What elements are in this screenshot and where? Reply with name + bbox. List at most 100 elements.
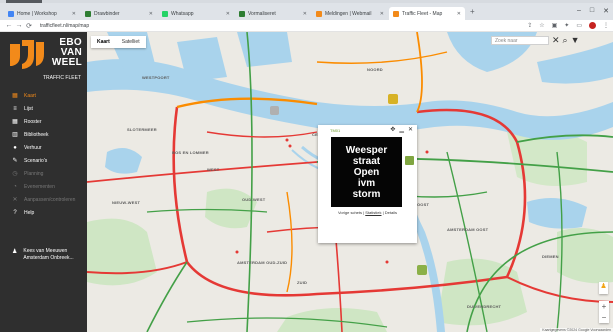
sidebar: EBO VAN WEEL TRAFFIC FLEET ▦ Kaart ≡ Lijst ▦… (0, 32, 87, 332)
tab-title: Home | Workshop (17, 10, 57, 17)
tab-title: Whatsapp (171, 10, 194, 17)
map-area-label: DIEMEN (542, 254, 559, 259)
browser-tab[interactable]: Home | Workshop ✕ (4, 7, 80, 20)
map-canvas[interactable]: Kaart Satelliet Zoek naar ✕ ⌕ ▼ WESTPOORT… (87, 32, 613, 332)
popup-link-statistiek[interactable]: Statistiek (365, 210, 381, 215)
window-controls: – □ ✕ (577, 7, 609, 15)
user-org: Amsterdam Onbreek... (23, 255, 74, 261)
zoom-in-button[interactable]: + (599, 301, 609, 312)
browser-tab[interactable]: Traffic Fleet - Map ✕ (389, 7, 465, 20)
tab-title: Vormaliseret (248, 10, 276, 17)
zoom-out-button[interactable]: − (599, 312, 609, 323)
user-account[interactable]: ♟ Kees van Meeuwen Amsterdam Onbreek... (12, 248, 74, 262)
extension-icon[interactable]: ▣ (552, 22, 558, 29)
sidebar-item-aanpassen-controleren[interactable]: ✕ Aanpassen/controleren (0, 193, 87, 206)
sidebar-item-label: Planning (24, 170, 44, 177)
filter-icon[interactable]: ▼ (571, 35, 580, 45)
tab-close-icon[interactable]: ✕ (303, 11, 307, 17)
popup-title: TM01 (330, 128, 341, 133)
map-area-label: SLOTERMEER (127, 127, 157, 132)
rental-icon: ● (13, 144, 17, 151)
sidebar-item-scenario-s[interactable]: ✎ Scenario's (0, 154, 87, 167)
tab-close-icon[interactable]: ✕ (457, 11, 461, 17)
sidebar-item-label: Help (24, 209, 35, 216)
sidebar-item-label: Scenario's (24, 157, 48, 164)
sign-text-line: Open (353, 166, 380, 178)
sidebar-item-verhuur[interactable]: ● Verhuur (0, 141, 87, 154)
menu-dots-icon[interactable]: ⋮ (603, 22, 609, 29)
profile-avatar[interactable] (589, 22, 596, 29)
sign-text-line: Weesper (345, 144, 388, 156)
help-icon: ? (13, 209, 17, 216)
sidebar-item-bibliotheek[interactable]: ▥ Bibliotheek (0, 128, 87, 141)
screen: Home | Workshop ✕ Drawbinder ✕ Whatsapp ✕ Vorm… (0, 0, 613, 332)
map-area-label: WESTPOORT (142, 75, 170, 80)
browser-tab[interactable]: Drawbinder ✕ (81, 7, 157, 20)
sidebar-item-rooster[interactable]: ▦ Rooster (0, 115, 87, 128)
close-icon[interactable]: ✕ (408, 126, 413, 133)
sidebar-item-evenementen[interactable]: ◔ Evenementen (0, 180, 87, 193)
map-type-kaart[interactable]: Kaart (91, 36, 116, 48)
tab-close-icon[interactable]: ✕ (226, 11, 230, 17)
sidebar-item-lijst[interactable]: ≡ Lijst (0, 102, 87, 115)
planning-icon: ◷ (12, 171, 18, 177)
sidebar-item-help[interactable]: ? Help (0, 206, 87, 219)
sidebar-item-planning[interactable]: ◷ Planning (0, 167, 87, 180)
maximize-window-icon[interactable]: □ (590, 7, 594, 15)
pin-icon[interactable]: ✥ (390, 126, 395, 133)
sign-marker-icon[interactable] (417, 265, 427, 275)
tab-close-icon[interactable]: ✕ (149, 11, 153, 17)
clear-search-icon[interactable]: ✕ (552, 35, 560, 45)
ebo-van-weel-logo: EBO VAN WEEL (8, 34, 84, 74)
browser-tab[interactable]: Whatsapp ✕ (158, 7, 234, 20)
map-area-label: OUD-WEST (242, 197, 266, 202)
sidebar-item-label: Bibliotheek (24, 131, 49, 138)
map-search-input[interactable]: Zoek naar (491, 35, 549, 45)
street-view-icon[interactable]: ♟ (599, 282, 608, 294)
sign-marker-icon[interactable] (270, 106, 279, 115)
back-icon[interactable]: ← (4, 22, 14, 29)
tab-favicon-icon (316, 10, 322, 17)
search-icon[interactable]: ⌕ (563, 35, 568, 45)
map-area-label: DUIVENDRECHT (467, 304, 502, 309)
reload-icon[interactable]: ⟳ (24, 22, 34, 30)
sign-popup: TM01 ✥ ▁ ✕ Weesper straat Open ivm storm Vor… (318, 125, 417, 243)
sidebar-item-label: Aanpassen/controleren (24, 196, 76, 203)
sign-text-line: ivm (357, 177, 376, 189)
url-field[interactable]: trafficfleet.nl/map/map (40, 23, 527, 29)
sidebar-menu: ▦ Kaart ≡ Lijst ▦ Rooster ▥ Bibliotheek ● Verhuur… (0, 89, 87, 219)
browser-tab-bar: Home | Workshop ✕ Drawbinder ✕ Whatsapp ✕ Vorm… (0, 3, 613, 20)
forward-icon[interactable]: → (14, 22, 24, 29)
sidebar-item-label: Evenementen (24, 183, 55, 190)
browser-tab[interactable]: Vormaliseret ✕ (235, 7, 311, 20)
map-attribution: Kaartgegevens ©2024 Google Voorwaarden (540, 328, 613, 332)
sign-text-line: straat (352, 155, 381, 167)
tab-close-icon[interactable]: ✕ (380, 11, 384, 17)
extensions: ⇪ ☆ ▣ ✦ ▭ ⋮ (527, 22, 609, 29)
tab-title: Traffic Fleet - Map (402, 10, 443, 17)
zoom-control: + − (599, 301, 609, 323)
sign-marker-icon[interactable] (388, 94, 398, 104)
sidebar-item-kaart[interactable]: ▦ Kaart (0, 89, 87, 102)
close-window-icon[interactable]: ✕ (603, 7, 609, 15)
map-type-satelliet[interactable]: Satelliet (116, 36, 146, 48)
sign-text-line: storm (352, 188, 381, 200)
product-name: TRAFFIC FLEET (42, 75, 81, 81)
star-icon[interactable]: ☆ (539, 22, 544, 29)
popup-link-vorige-schets[interactable]: Vorige schets (338, 210, 362, 215)
tab-favicon-icon (239, 10, 245, 17)
browser-tab[interactable]: Meldingen | Webmail ✕ (312, 7, 388, 20)
map-area-label: NOORD (367, 67, 383, 72)
map-search: Zoek naar ✕ ⌕ ▼ (491, 35, 591, 45)
sidebar-item-label: Verhuur (24, 144, 42, 151)
puzzle-icon[interactable]: ✦ (564, 22, 569, 29)
popup-link-details[interactable]: Details (385, 210, 397, 215)
new-tab-button[interactable]: + (470, 7, 475, 16)
minimize-window-icon[interactable]: – (577, 7, 581, 15)
tab-close-icon[interactable]: ✕ (72, 11, 76, 17)
tab-favicon-icon (8, 10, 14, 17)
share-icon[interactable]: ⇪ (527, 22, 532, 29)
matrix-sign: Weesper straat Open ivm storm (331, 137, 402, 207)
sidebar-toggle-icon[interactable]: ▭ (576, 22, 582, 29)
minimize-icon[interactable]: ▁ (399, 126, 404, 133)
